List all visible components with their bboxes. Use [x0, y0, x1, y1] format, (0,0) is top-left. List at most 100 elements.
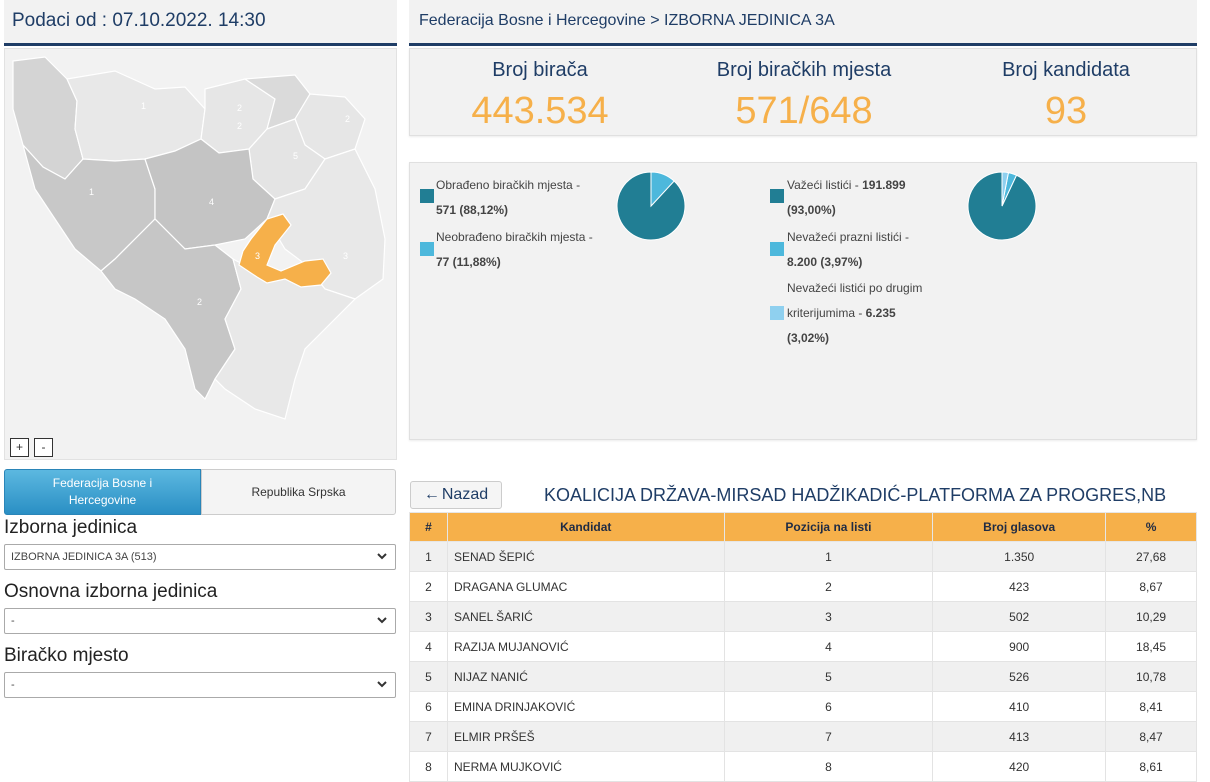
polling-station-select-value: - [11, 679, 15, 691]
table-header-row: # Kandidat Pozicija na listi Broj glasov… [409, 512, 1197, 542]
cell-percent: 8,41 [1105, 691, 1197, 722]
col-header-position[interactable]: Pozicija na listi [723, 512, 934, 542]
polling-station-select[interactable]: - [4, 672, 396, 698]
cell-percent: 8,61 [1105, 751, 1197, 782]
back-button[interactable]: ← Nazad [410, 481, 502, 509]
stat-stations-value: 571/648 [735, 90, 873, 132]
legend-blank-value: 8.200 (3,97%) [787, 255, 863, 269]
cell-number: 2 [409, 571, 448, 602]
col-header-percent[interactable]: % [1105, 512, 1197, 542]
left-header: Podaci od : 07.10.2022. 14:30 [4, 0, 397, 46]
legend-other: Nevažeći listići po drugim kriterijumima… [787, 276, 987, 351]
col-header-number[interactable]: # [409, 512, 448, 542]
cell-number: 7 [409, 721, 448, 752]
cell-candidate: NERMA MUJKOVIĆ [446, 751, 725, 782]
results-table: # Kandidat Pozicija na listi Broj glasov… [409, 512, 1197, 782]
table-row[interactable]: 1 SENAD ŠEPIĆ 1 1.350 27,68 [409, 541, 1197, 572]
cell-candidate: RAZIJA MUJANOVIĆ [446, 631, 725, 662]
legend-processed-value: 571 (88,12%) [436, 203, 509, 217]
col-header-votes[interactable]: Broj glasova [932, 512, 1107, 542]
cell-position: 2 [723, 571, 934, 602]
cell-votes: 502 [932, 601, 1107, 632]
cell-position: 4 [723, 631, 934, 662]
cell-percent: 18,45 [1105, 631, 1197, 662]
legend-swatch-other [770, 306, 784, 320]
cell-position: 5 [723, 661, 934, 692]
stat-voters-label: Broj birača [492, 59, 588, 81]
stat-stations: Broj biračkih mjesta 571/648 [674, 59, 934, 133]
back-button-label: Nazad [441, 486, 489, 503]
cell-votes: 900 [932, 631, 1107, 662]
legend-unprocessed-label: Neobrađeno biračkih mjesta - [436, 230, 593, 244]
legend-swatch-processed [420, 189, 434, 203]
legend-unprocessed: Neobrađeno biračkih mjesta - 77 (11,88%) [436, 225, 616, 275]
basic-unit-select[interactable]: - [4, 608, 396, 634]
table-row[interactable]: 2 DRAGANA GLUMAC 2 423 8,67 [409, 571, 1197, 602]
map-label: 1 [89, 187, 94, 197]
cell-position: 1 [723, 541, 934, 572]
cell-number: 3 [409, 601, 448, 632]
legend-other-label-2: kriterijumima - [787, 306, 866, 320]
right-header: Federacija Bosne i Hercegovine > IZBORNA… [409, 0, 1197, 46]
unit-select-value: IZBORNA JEDINICA 3A (513) [11, 551, 157, 563]
cell-candidate: EMINA DRINJAKOVIĆ [446, 691, 725, 722]
stat-voters: Broj birača 443.534 [410, 59, 670, 133]
basic-unit-select-value: - [11, 615, 15, 627]
zoom-in-button[interactable]: + [10, 438, 29, 457]
legend-unprocessed-value: 77 (11,88%) [436, 255, 501, 269]
map-panel[interactable]: 1 2 2 5 2 1 4 3 3 2 + - [4, 48, 397, 460]
col-header-candidate[interactable]: Kandidat [446, 512, 725, 542]
breadcrumb: Federacija Bosne i Hercegovine > IZBORNA… [419, 12, 835, 29]
cell-number: 8 [409, 751, 448, 782]
arrow-left-icon: ← [423, 486, 440, 503]
map-label: 3 [255, 251, 260, 261]
table-row[interactable]: 5 NIJAZ NANIĆ 5 526 10,78 [409, 661, 1197, 692]
cell-position: 8 [723, 751, 934, 782]
cell-candidate: SANEL ŠARIĆ [446, 601, 725, 632]
legend-valid: Važeći listići - 191.899 (93,00%) [787, 173, 967, 223]
legend-valid-label: Važeći listići - [787, 178, 863, 192]
tab-fbih[interactable]: Federacija Bosne i Hercegovine [4, 469, 201, 515]
table-row[interactable]: 8 NERMA MUJKOVIĆ 8 420 8,61 [409, 751, 1197, 782]
data-timestamp: Podaci od : 07.10.2022. 14:30 [12, 10, 266, 31]
stat-voters-value: 443.534 [471, 90, 609, 132]
legend-other-pct: (3,02%) [787, 331, 830, 345]
table-row[interactable]: 7 ELMIR PRŠEŠ 7 413 8,47 [409, 721, 1197, 752]
zoom-out-button[interactable]: - [34, 438, 53, 457]
table-row[interactable]: 3 SANEL ŠARIĆ 3 502 10,29 [409, 601, 1197, 632]
map-label: 4 [209, 197, 214, 207]
legend-blank: Nevažeći prazni listići - 8.200 (3,97%) [787, 225, 967, 275]
map-label: 5 [293, 151, 298, 161]
tab-republika-srpska[interactable]: Republika Srpska [201, 469, 396, 515]
processing-pie-chart [616, 171, 686, 241]
legend-blank-label: Nevažeći prazni listići - [787, 230, 910, 244]
table-row[interactable]: 6 EMINA DRINJAKOVIĆ 6 410 8,41 [409, 691, 1197, 722]
cell-candidate: NIJAZ NANIĆ [446, 661, 725, 692]
chevron-down-icon [377, 681, 387, 688]
bih-map[interactable]: 1 2 2 5 2 1 4 3 3 2 [5, 49, 398, 461]
stat-candidates-value: 93 [1044, 90, 1088, 132]
map-label: 3 [343, 251, 348, 261]
legend-processed: Obrađeno biračkih mjesta - 571 (88,12%) [436, 173, 616, 223]
cell-number: 4 [409, 631, 448, 662]
legend-valid-value: 191.899 [862, 178, 906, 192]
cell-candidate: SENAD ŠEPIĆ [446, 541, 725, 572]
legend-swatch-blank [770, 242, 784, 256]
cell-number: 1 [409, 541, 448, 572]
cell-votes: 413 [932, 721, 1107, 752]
cell-percent: 8,67 [1105, 571, 1197, 602]
table-row[interactable]: 4 RAZIJA MUJANOVIĆ 4 900 18,45 [409, 631, 1197, 662]
cell-number: 5 [409, 661, 448, 692]
basic-unit-label: Osnovna izborna jedinica [4, 581, 218, 602]
map-label: 2 [197, 297, 202, 307]
cell-position: 7 [723, 721, 934, 752]
stat-candidates: Broj kandidata 93 [936, 59, 1196, 133]
cell-candidate: ELMIR PRŠEŠ [446, 721, 725, 752]
unit-label: Izborna jedinica [4, 517, 138, 538]
cell-position: 3 [723, 601, 934, 632]
legend-other-label-1: Nevažeći listići po drugim [787, 281, 923, 295]
unit-select[interactable]: IZBORNA JEDINICA 3A (513) [4, 544, 396, 570]
cell-votes: 526 [932, 661, 1107, 692]
map-label: 1 [141, 101, 146, 111]
stats-panel: Broj birača 443.534 Broj biračkih mjesta… [409, 48, 1197, 136]
